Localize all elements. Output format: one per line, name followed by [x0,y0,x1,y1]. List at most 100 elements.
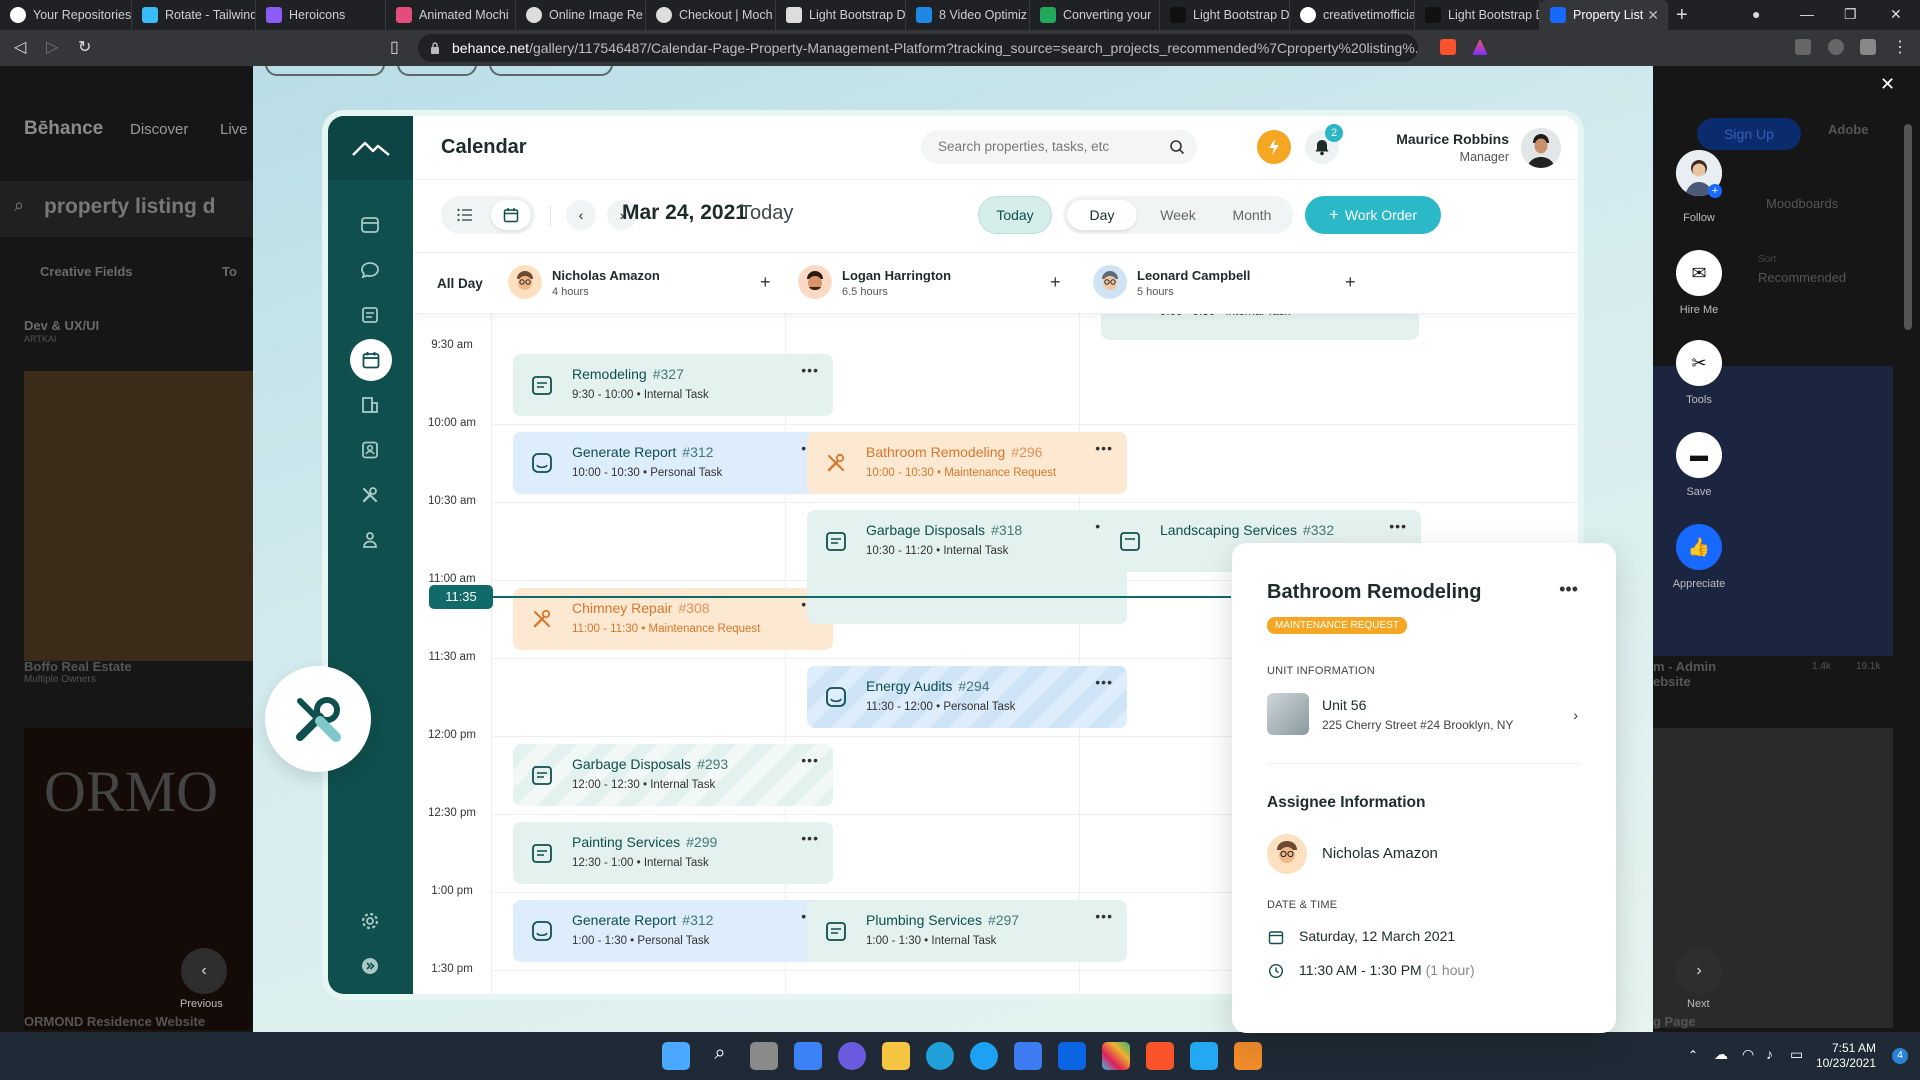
sort-dropdown[interactable]: Recommended [1758,270,1846,285]
tray-chevron-icon[interactable]: ⌃ [1688,1048,1698,1062]
nav-live[interactable]: Live [220,121,248,138]
event-card[interactable]: Bathroom Remodeling #296 10:00 - 10:30 • … [807,432,1127,494]
window-close-icon[interactable]: ✕ [1890,6,1902,23]
file-explorer-icon[interactable] [882,1042,910,1070]
profile-icon[interactable]: ● [1752,6,1760,22]
project-title-cont[interactable]: ebsite [1653,674,1691,689]
appreciate-button[interactable]: 👍 [1676,524,1722,570]
sidebar-item-documents[interactable] [357,302,383,328]
browser-tab[interactable]: Converting your [1030,0,1160,30]
event-card[interactable]: Plumbing Services #297 1:00 - 1:30 • Inte… [807,900,1127,962]
tab-day[interactable]: Day [1067,200,1137,230]
event-card[interactable]: Garbage Disposals #318 10:30 - 11:20 • In… [807,510,1127,624]
tab-week[interactable]: Week [1143,200,1213,230]
more-options-icon[interactable]: ••• [1559,579,1578,600]
app-icon[interactable] [1014,1042,1042,1070]
event-card[interactable]: Generate Report #312 1:00 - 1:30 • Person… [513,900,833,962]
project-title[interactable]: ORMOND Residence Website [24,1014,205,1029]
sidebar-item-settings[interactable] [357,908,383,934]
search-icon[interactable]: ⌕ [706,1042,734,1070]
tab-month[interactable]: Month [1217,200,1287,230]
system-clock[interactable]: 7:51 AM 10/23/2021 [1816,1041,1876,1071]
sign-up-button[interactable]: Sign Up [1697,118,1801,150]
app-logo[interactable] [328,116,413,180]
notifications-button[interactable]: 2 [1305,124,1343,164]
slack-icon[interactable] [1102,1042,1130,1070]
app-icon[interactable] [1234,1042,1262,1070]
list-view-button[interactable] [445,200,485,230]
hire-me-button[interactable]: ✉ [1676,250,1722,296]
sidebar-item-buildings[interactable] [357,392,383,418]
sidebar-item-maintenance[interactable] [357,482,383,508]
widgets-icon[interactable] [794,1042,822,1070]
add-event-plus-icon[interactable]: + [1050,272,1061,293]
restore-icon[interactable]: ❐ [1844,6,1857,23]
page-scrollbar[interactable] [1904,124,1912,330]
brave-shield-icon[interactable] [1440,39,1456,55]
sidebar-item-team[interactable] [357,527,383,553]
save-button[interactable]: ▬ [1676,432,1722,478]
cloud-icon[interactable]: ☁ [1714,1046,1728,1063]
more-options-icon[interactable]: ••• [1095,674,1113,690]
work-order-button[interactable]: + Work Order [1305,196,1441,234]
browser-tab[interactable]: Animated Mochi [386,0,516,30]
behance-logo[interactable]: Bēhance [24,118,103,140]
browser-tab[interactable]: Checkout | Moch [646,0,776,30]
add-event-plus-icon[interactable]: + [1345,272,1356,293]
extension-pen-icon[interactable] [1795,39,1811,55]
adobe-logo[interactable]: Adobe [1828,122,1868,137]
volume-icon[interactable]: ♪ [1766,1046,1773,1062]
url-field[interactable]: behance.net/gallery/117546487/Calendar-P… [418,34,1418,62]
calendar-view-button[interactable] [491,200,531,230]
browser-tab-active[interactable]: Property List ✕ [1540,0,1668,30]
forward-icon[interactable]: ▷ [46,37,58,57]
browser-tab[interactable]: Light Bootstrap D [1160,0,1290,30]
bookmark-icon[interactable]: ▯ [390,37,399,57]
browser-tab[interactable]: Heroicons [256,0,386,30]
prev-day-button[interactable]: ‹ [566,200,596,230]
previous-project-button[interactable]: ‹ [181,948,227,994]
browser-tab[interactable]: 8 Video Optimiz [906,0,1030,30]
close-modal-icon[interactable]: ✕ [1880,74,1895,95]
event-card[interactable]: Painting Services #299 12:30 - 1:00 • Int… [513,822,833,884]
back-icon[interactable]: ◁ [14,37,26,57]
add-event-plus-icon[interactable]: + [760,272,771,293]
more-options-icon[interactable]: ••• [801,362,819,378]
user-name[interactable]: Maurice Robbins [1369,131,1509,147]
start-windows-icon[interactable] [662,1042,690,1070]
more-options-icon[interactable]: ••• [801,752,819,768]
project-thumbnail[interactable] [1653,366,1893,656]
project-title[interactable]: m - Admin [1653,659,1716,674]
next-project-button[interactable]: › [1676,948,1722,994]
edge-icon[interactable] [926,1042,954,1070]
project-thumbnail[interactable] [24,371,253,661]
chevron-right-icon[interactable]: › [1573,707,1578,723]
event-card[interactable]: Energy Audits #294 11:30 - 12:00 • Person… [807,666,1127,728]
browser-tab[interactable]: Online Image Re [516,0,646,30]
new-tab-icon[interactable]: + [1676,4,1688,27]
browser-tab[interactable]: creativetimofficia [1290,0,1415,30]
tab-moodboards[interactable]: Moodboards [1766,196,1838,211]
search-input[interactable]: Search properties, tasks, etc [921,130,1197,164]
nav-discover[interactable]: Discover [130,121,188,138]
reload-icon[interactable]: ↻ [78,37,91,57]
tools-button[interactable]: ✂ [1676,340,1722,386]
more-options-icon[interactable]: ••• [1095,908,1113,924]
extension-icon[interactable] [1828,39,1844,55]
minimize-icon[interactable]: — [1800,6,1814,22]
follow-plus-icon[interactable]: + [1708,184,1722,198]
project-owner[interactable]: Multiple Owners [24,674,96,685]
more-options-icon[interactable]: ••• [1389,518,1407,534]
sidebar-collapse-button[interactable] [357,953,383,979]
project-title[interactable]: g Page [1653,1014,1696,1029]
notification-count-badge[interactable]: 4 [1892,1048,1908,1064]
extensions-puzzle-icon[interactable] [1860,39,1876,55]
sidebar-item-calendar[interactable] [350,339,392,381]
browser-tab[interactable]: Your Repositories [0,0,132,30]
sidebar-item-messages[interactable] [357,257,383,283]
more-options-icon[interactable]: ••• [1095,440,1113,456]
event-card[interactable]: Garbage Disposals #293 12:00 - 12:30 • In… [513,744,833,806]
filter-tools[interactable]: To [222,264,237,279]
close-tab-icon[interactable]: ✕ [1647,7,1659,24]
battery-icon[interactable]: ▭ [1790,1046,1803,1063]
